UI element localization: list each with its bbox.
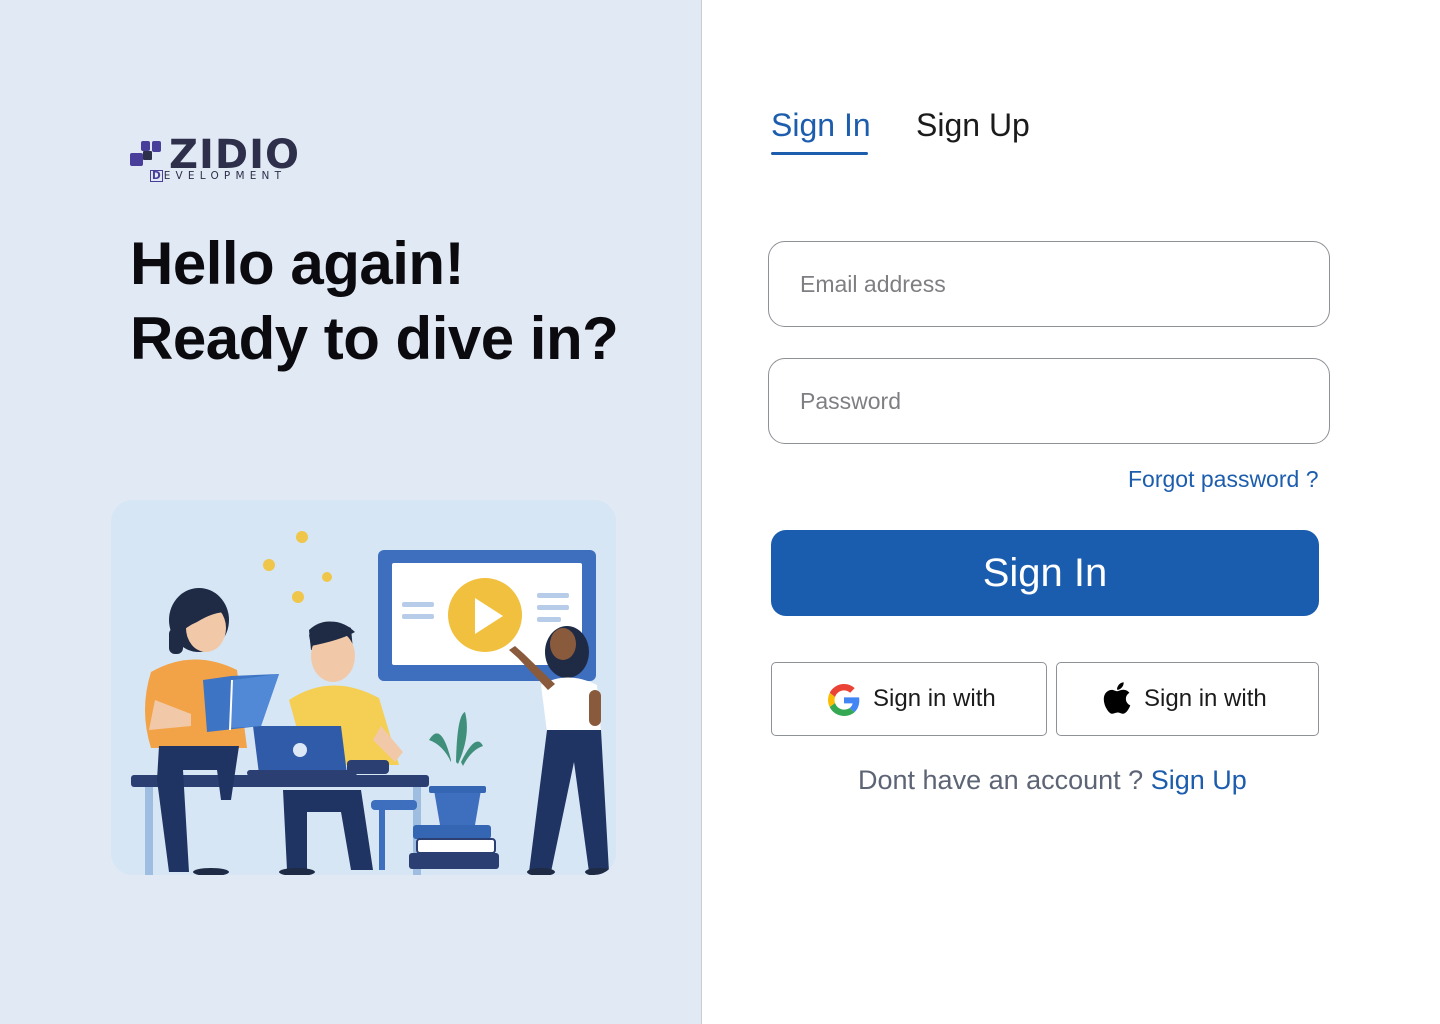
tab-sign-up[interactable]: Sign Up xyxy=(916,104,1030,146)
email-field[interactable] xyxy=(768,241,1330,327)
illustration-graphic xyxy=(111,500,616,875)
logo-mark-icon xyxy=(130,141,161,166)
tab-sign-in[interactable]: Sign In xyxy=(771,104,871,146)
logo-tagline: D EVELOPMENT xyxy=(150,170,286,182)
people-learning-illustration xyxy=(111,500,616,875)
sign-up-prompt: Dont have an account ? Sign Up xyxy=(858,762,1247,798)
google-sign-in-button[interactable]: Sign in with xyxy=(771,662,1047,736)
password-field[interactable] xyxy=(768,358,1330,444)
apple-sign-in-label: Sign in with xyxy=(1144,685,1267,712)
left-panel: ZIDIO D EVELOPMENT Hello again! Ready to … xyxy=(0,0,702,1024)
apple-icon xyxy=(1103,682,1131,714)
hero-line-2: Ready to dive in? xyxy=(130,305,619,372)
logo-tagline-rest: EVELOPMENT xyxy=(163,170,287,182)
sign-up-question: Dont have an account ? xyxy=(858,765,1144,795)
forgot-password-link[interactable]: Forgot password ? xyxy=(1128,463,1318,495)
sign-in-button[interactable]: Sign In xyxy=(771,530,1319,616)
google-icon xyxy=(828,684,860,716)
active-tab-indicator xyxy=(771,152,868,155)
hero-heading: Hello again! Ready to dive in? xyxy=(130,226,619,376)
apple-sign-in-button[interactable]: Sign in with xyxy=(1056,662,1319,736)
google-sign-in-label: Sign in with xyxy=(873,685,996,712)
sign-up-link[interactable]: Sign Up xyxy=(1151,765,1247,795)
logo-tagline-initial: D xyxy=(150,170,163,182)
brand-logo: ZIDIO D EVELOPMENT xyxy=(129,132,329,187)
hero-line-1: Hello again! xyxy=(130,230,465,297)
